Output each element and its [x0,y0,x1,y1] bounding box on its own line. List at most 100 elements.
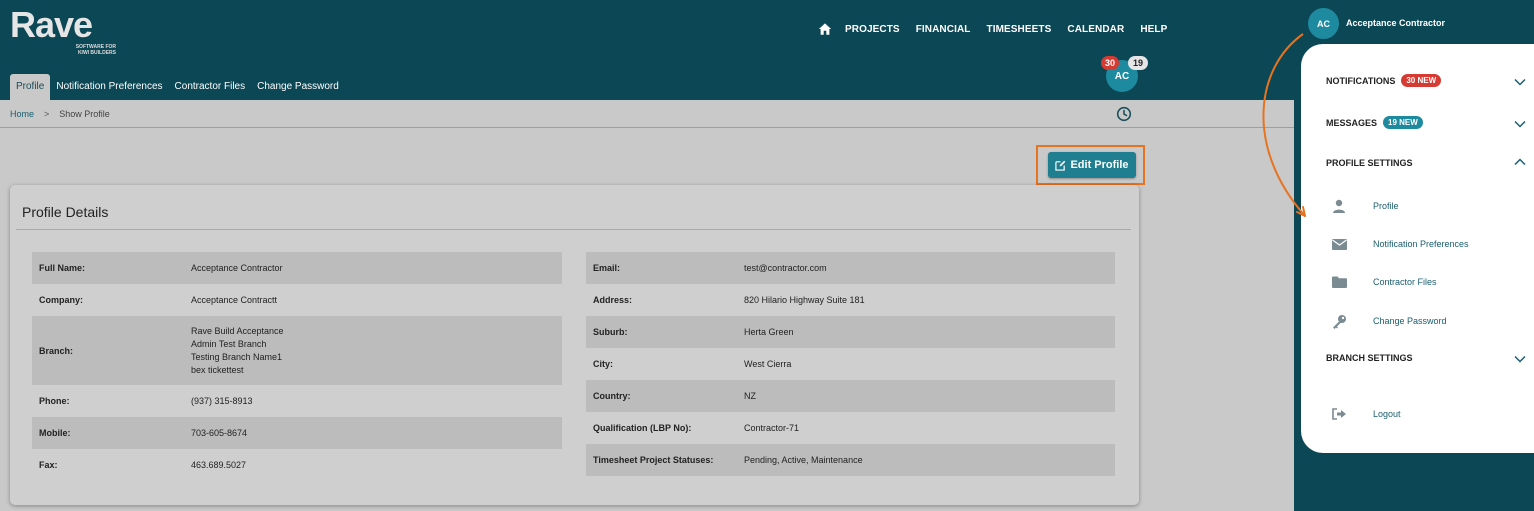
panel-item-label: Change Password [1373,316,1447,326]
app-header: Rave SOFTWARE FOR KIWI BUILDERS PROJECTS… [0,0,1294,100]
branch-settings-section[interactable]: BRANCH SETTINGS [1326,353,1413,363]
messages-section[interactable]: MESSAGES 19 NEW [1326,116,1423,129]
field-label: Country: [593,391,631,401]
field-value-branch: Rave Build Acceptance Admin Test Branch … [191,325,284,375]
message-count-badge: 19 [1128,56,1148,70]
field-value: 820 Hilario Highway Suite 181 [744,294,865,305]
field-label: Branch: [39,345,74,356]
breadcrumb: Home > Show Profile [0,100,1294,128]
logout-icon [1331,407,1347,421]
rave-logo[interactable]: Rave SOFTWARE FOR KIWI BUILDERS [10,4,116,57]
panel-user-name: Acceptance Contractor [1346,18,1446,28]
clock-icon[interactable] [1116,106,1132,122]
nav-help[interactable]: HELP [1140,24,1167,35]
branch-settings-label: BRANCH SETTINGS [1326,353,1413,363]
tab-contractor-files[interactable]: Contractor Files [169,74,252,100]
tab-change-password[interactable]: Change Password [251,74,345,100]
field-row-email: Email: test@contractor.com [586,252,1115,284]
field-label: Full Name: [39,263,86,273]
field-value: test@contractor.com [744,262,827,273]
user-menu-panel: NOTIFICATIONS 30 NEW MESSAGES 19 NEW PRO… [1301,44,1534,453]
field-value: Pending, Active, Maintenance [744,454,863,465]
profile-settings-section[interactable]: PROFILE SETTINGS [1326,158,1413,168]
field-label: Qualification (LBP No): [593,423,692,433]
edit-profile-highlight: Edit Profile [1036,145,1145,185]
chevron-down-icon[interactable] [1514,355,1526,363]
person-icon [1331,199,1347,213]
notification-count-badge: 30 [1101,56,1119,70]
top-navigation: PROJECTS FINANCIAL TIMESHEETS CALENDAR H… [818,22,1183,36]
field-value: Acceptance Contractor [191,262,283,273]
edit-icon [1055,160,1066,171]
breadcrumb-separator: > [44,108,50,119]
profile-right-column: Email: test@contractor.com Address: 820 … [586,252,1115,476]
notifications-new-badge: 30 NEW [1401,74,1442,87]
chevron-down-icon[interactable] [1514,120,1526,128]
profile-settings-label: PROFILE SETTINGS [1326,158,1413,168]
chevron-down-icon[interactable] [1514,78,1526,86]
field-row-timesheet-statuses: Timesheet Project Statuses: Pending, Act… [586,444,1115,476]
field-row-address: Address: 820 Hilario Highway Suite 181 [586,284,1115,316]
envelope-icon [1331,237,1347,251]
field-row-mobile: Mobile: 703-605-8674 [32,417,562,449]
nav-calendar[interactable]: CALENDAR [1067,24,1124,35]
field-label: Company: [39,295,84,305]
breadcrumb-home[interactable]: Home [10,109,34,119]
field-row-country: Country: NZ [586,380,1115,412]
field-value: Acceptance Contractt [191,294,278,305]
logout-label: Logout [1373,409,1401,419]
folder-icon [1331,275,1347,289]
field-label: Mobile: [39,428,71,438]
field-row-phone: Phone: (937) 315-8913 [32,385,562,417]
nav-financial[interactable]: FINANCIAL [916,24,971,35]
field-label: Email: [593,263,621,273]
profile-tabs: Profile Notification Preferences Contrac… [10,74,345,100]
chevron-up-icon[interactable] [1514,158,1526,166]
field-value: West Cierra [744,358,792,369]
field-value: Herta Green [744,326,794,337]
messages-new-badge: 19 NEW [1383,116,1423,129]
field-label: Timesheet Project Statuses: [593,455,714,465]
logout-item[interactable]: Logout [1331,407,1401,421]
field-value: 703-605-8674 [191,427,248,438]
field-row-suburb: Suburb: Herta Green [586,316,1115,348]
panel-item-label: Contractor Files [1373,277,1437,287]
field-row-full-name: Full Name: Acceptance Contractor [32,252,562,284]
edit-profile-label: Edit Profile [1070,159,1129,171]
panel-item-profile[interactable]: Profile [1331,199,1399,213]
field-label: Address: [593,295,633,305]
card-divider [16,229,1131,230]
tab-profile[interactable]: Profile [10,74,51,100]
panel-item-contractor-files[interactable]: Contractor Files [1331,275,1437,289]
field-row-qualification: Qualification (LBP No): Contractor-71 [586,412,1115,444]
notifications-section[interactable]: NOTIFICATIONS 30 NEW [1326,74,1442,87]
field-row-branch: Branch: Rave Build Acceptance Admin Test… [32,316,562,385]
field-row-company: Company: Acceptance Contractt [32,284,562,316]
field-row-city: City: West Cierra [586,348,1115,380]
nav-timesheets[interactable]: TIMESHEETS [987,24,1052,35]
field-label: Phone: [39,396,70,406]
breadcrumb-current: Show Profile [59,108,110,119]
field-value: 463.689.5027 [191,459,247,470]
panel-item-notification-preferences[interactable]: Notification Preferences [1331,237,1469,251]
field-value: Contractor-71 [744,422,800,433]
card-title: Profile Details [22,204,109,220]
panel-item-label: Profile [1373,201,1399,211]
tab-notification-preferences[interactable]: Notification Preferences [50,74,168,100]
panel-item-label: Notification Preferences [1373,239,1469,249]
logo-tagline: SOFTWARE FOR KIWI BUILDERS [75,44,116,56]
panel-item-change-password[interactable]: Change Password [1331,314,1447,329]
notifications-label: NOTIFICATIONS [1326,75,1396,86]
field-value: NZ [744,390,756,401]
home-icon[interactable] [818,22,832,36]
field-label: Suburb: [593,327,628,337]
key-icon [1331,314,1347,329]
panel-user-avatar[interactable]: AC [1308,8,1339,39]
logo-wordmark: Rave [10,4,93,45]
field-value: (937) 315-8913 [191,395,253,406]
profile-left-column: Full Name: Acceptance Contractor Company… [32,252,562,481]
edit-profile-button[interactable]: Edit Profile [1048,152,1136,178]
profile-details-card: Profile Details Full Name: Acceptance Co… [10,185,1139,505]
field-row-fax: Fax: 463.689.5027 [32,449,562,481]
nav-projects[interactable]: PROJECTS [845,24,900,35]
